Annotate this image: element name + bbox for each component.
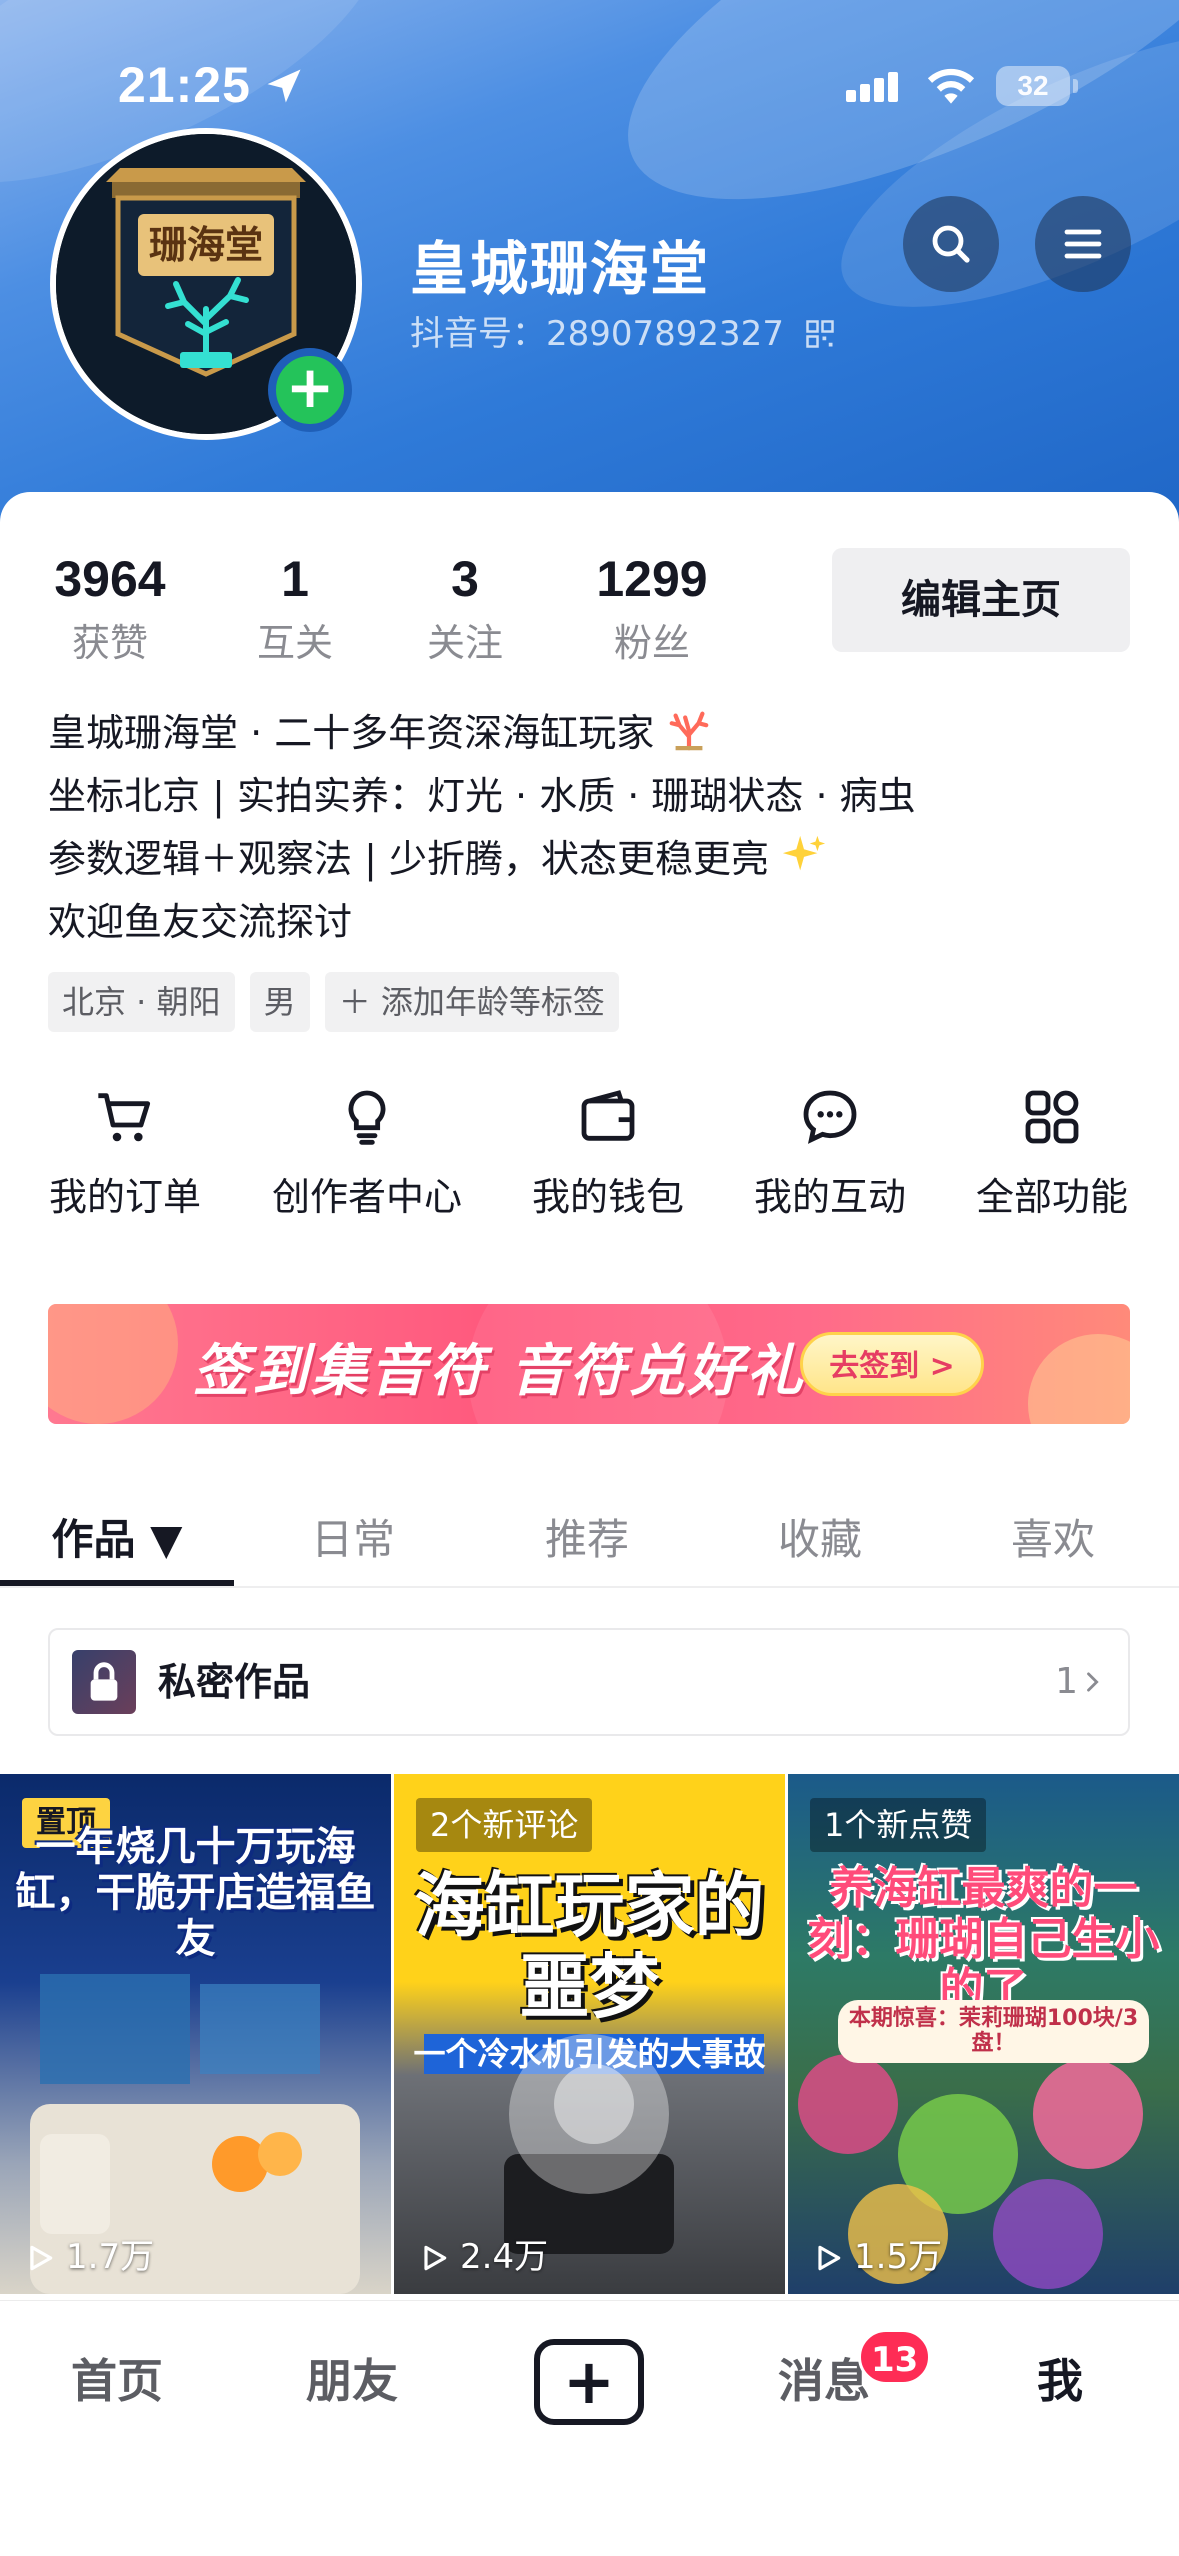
profile-card: 3964 获赞 1 互关 3 关注 1299 粉丝 编辑主页 皇城珊海堂 · 二… (0, 492, 1179, 2556)
tab-indicator (0, 1580, 234, 1586)
stat-likes[interactable]: 3964 获赞 (48, 550, 172, 667)
private-works-label: 私密作品 (158, 1660, 311, 1704)
content-tabs: 作品 ▼ 日常 推荐 收藏 喜欢 (0, 1492, 1179, 1588)
tab-favorites[interactable]: 收藏 (703, 1492, 937, 1588)
lightbulb-icon (348, 1090, 386, 1145)
play-count: 2.4万 (418, 2229, 548, 2278)
profile-tags: 北京 · 朝阳 男 ＋ 添加年龄等标签 (48, 972, 629, 1032)
tab-recommend[interactable]: 推荐 (470, 1492, 704, 1588)
video-tile[interactable]: 置顶 一年烧几十万玩海缸，干脆开店造福鱼友 1.7万 (0, 1774, 391, 2294)
shortcut-creator-center[interactable]: 创作者中心 (267, 1082, 467, 1221)
tab-daily[interactable]: 日常 (236, 1492, 470, 1588)
location-arrow-icon (267, 69, 301, 103)
create-button[interactable]: + (534, 2339, 644, 2425)
private-works-count: 1 (1055, 1661, 1078, 1702)
menu-button[interactable] (1035, 196, 1131, 292)
new-comments-note: 2个新评论 (416, 1798, 593, 1852)
stat-value: 1299 (596, 551, 708, 607)
wifi-icon (927, 68, 975, 104)
shortcut-all-features[interactable]: 全部功能 (952, 1082, 1152, 1221)
profile-header: 21:25 32 珊海堂 + 皇城珊海堂 抖音号：28907892327 (0, 0, 1179, 540)
banner-decoration (48, 1304, 178, 1424)
douyin-id[interactable]: 抖音号：28907892327 (410, 306, 835, 355)
shortcut-interactions[interactable]: 我的互动 (730, 1082, 930, 1221)
shortcut-row: 我的订单 创作者中心 我的钱包 我的互动 全部功能 (0, 1082, 1179, 1222)
play-count: 1.7万 (24, 2229, 154, 2278)
nav-friends[interactable]: 朋友 (252, 2345, 452, 2411)
checkin-banner[interactable]: 签到集音符 音符兑好礼 去签到 > (48, 1304, 1130, 1424)
video-title: 一年烧几十万玩海缸，干脆开店造福鱼友 (15, 1824, 376, 1962)
banner-decoration (1028, 1334, 1130, 1424)
stat-value: 1 (281, 551, 309, 607)
tag-add[interactable]: ＋ 添加年龄等标签 (324, 972, 619, 1032)
messages-badge: 13 (858, 2329, 932, 2385)
bottom-nav: 首页 朋友 + 消息 13 我 (0, 2300, 1179, 2556)
video-tile[interactable]: 1个新点赞 养海缸最爽的一刻：珊瑚自己生小的了 本期惊喜：茉莉珊瑚100块/3盘… (788, 1774, 1179, 2294)
stat-value: 3 (451, 551, 479, 607)
lock-icon (90, 1662, 118, 1701)
private-works-row[interactable]: 私密作品 1 (48, 1628, 1130, 1736)
tab-likes[interactable]: 喜欢 (936, 1492, 1170, 1588)
stats-row: 3964 获赞 1 互关 3 关注 1299 粉丝 (0, 550, 800, 670)
search-icon (932, 225, 970, 263)
stat-label: 互关 (256, 621, 333, 665)
signal-icon (846, 72, 902, 102)
tag-gender[interactable]: 男 (249, 972, 310, 1032)
checkin-button[interactable]: 去签到 > (800, 1332, 984, 1396)
status-bar: 21:25 32 (0, 50, 1179, 130)
cart-icon (98, 1093, 151, 1142)
coral-emoji (669, 711, 709, 751)
status-time: 21:25 (118, 57, 251, 113)
video-title: 养海缸最爽的一刻：珊瑚自己生小的了 (807, 1863, 1160, 2016)
stat-label: 粉丝 (613, 621, 690, 665)
stat-value: 3964 (54, 551, 166, 607)
nav-me[interactable]: 我 (960, 2345, 1160, 2411)
search-button[interactable] (903, 196, 999, 292)
video-subtitle: 本期惊喜：茉莉珊瑚100块/3盘！ (838, 2000, 1149, 2063)
play-count: 1.5万 (812, 2229, 942, 2278)
stat-label: 获赞 (71, 621, 148, 665)
bio-line: 皇城珊海堂 · 二十多年资深海缸玩家 (48, 702, 1138, 765)
douyin-id-text: 抖音号：28907892327 (410, 314, 784, 354)
add-avatar-button[interactable]: + (268, 348, 352, 432)
play-icon (30, 2245, 53, 2271)
shortcut-orders[interactable]: 我的订单 (25, 1082, 225, 1221)
video-tile[interactable]: 2个新评论 海缸玩家的噩梦 一个冷水机引发的大事故 2.4万 (394, 1774, 785, 2294)
menu-icon (1064, 229, 1102, 259)
tab-works[interactable]: 作品 ▼ (0, 1492, 234, 1588)
video-subtitle: 一个冷水机引发的大事故 (413, 2035, 766, 2073)
edit-profile-button[interactable]: 编辑主页 (832, 548, 1130, 652)
qr-code-icon[interactable] (805, 319, 835, 349)
bio: 皇城珊海堂 · 二十多年资深海缸玩家 坐标北京 | 实拍实养：灯光 · 水质 ·… (48, 702, 1138, 954)
nav-home[interactable]: 首页 (17, 2345, 217, 2411)
stat-followers[interactable]: 1299 粉丝 (590, 550, 714, 667)
chevron-right-icon (1087, 1672, 1099, 1692)
stat-label: 关注 (426, 621, 503, 665)
tag-location[interactable]: 北京 · 朝阳 (48, 972, 235, 1032)
new-likes-note: 1个新点赞 (810, 1798, 987, 1852)
bio-line: 坐标北京 | 实拍实养：灯光 · 水质 · 珊瑚状态 · 病虫 (48, 774, 916, 818)
video-title: 海缸玩家的噩梦 (414, 1865, 765, 2028)
chat-bubble-icon (803, 1090, 857, 1144)
profile-name: 皇城珊海堂 (410, 235, 711, 303)
banner-text: 签到集音符 音符兑好礼 (193, 1339, 806, 1404)
play-icon (424, 2245, 447, 2271)
battery-indicator: 32 (996, 66, 1078, 106)
stat-following[interactable]: 3 关注 (410, 550, 520, 667)
private-works-thumbnail (72, 1650, 136, 1714)
stat-mutual[interactable]: 1 互关 (240, 550, 350, 667)
plus-icon: + (563, 2345, 615, 2418)
avatar-text: 珊海堂 (149, 222, 263, 267)
wallet-icon (581, 1090, 635, 1141)
grid-icon (1025, 1090, 1079, 1144)
bio-line: 欢迎鱼友交流探讨 (48, 900, 353, 944)
play-icon (818, 2245, 841, 2271)
sparkles-emoji (782, 835, 826, 871)
bio-line: 参数逻辑＋观察法 | 少折腾，状态更稳更亮 (48, 828, 1138, 891)
video-thumbnail (424, 2034, 764, 2254)
video-grid: 置顶 一年烧几十万玩海缸，干脆开店造福鱼友 1.7万 2个新评论 海缸玩家的噩梦… (0, 1774, 1179, 2314)
shortcut-wallet[interactable]: 我的钱包 (508, 1082, 708, 1221)
